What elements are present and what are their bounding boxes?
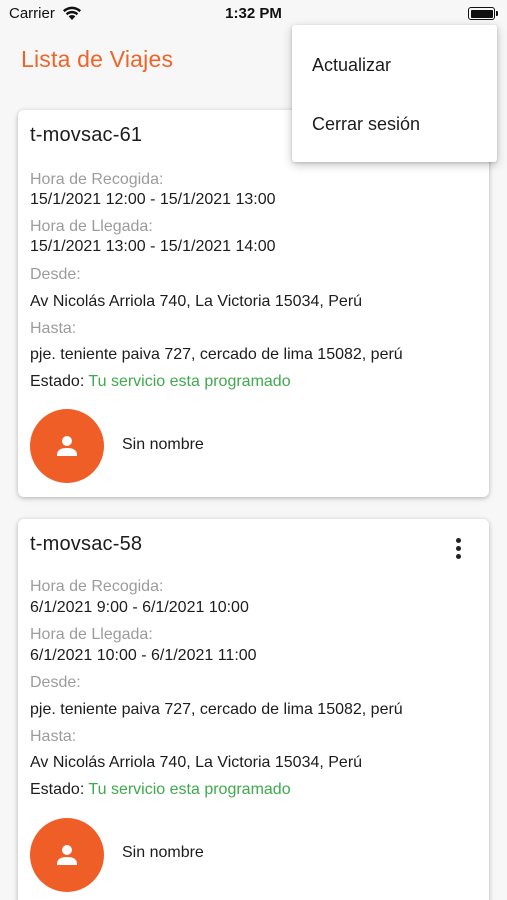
pickup-value: 6/1/2021 9:00 - 6/1/2021 10:00 [30,599,249,616]
arrival-value: 15/1/2021 13:00 - 15/1/2021 14:00 [30,238,276,255]
menu-item-refresh[interactable]: Actualizar [292,36,497,94]
status-value: Tu servicio esta programado [88,373,291,390]
page-title: Lista de Viajes [21,46,174,72]
trip-card[interactable]: t-movsac-61 Hora de Recogida: 15/1/2021 … [18,110,489,497]
from-value: Av Nicolás Arriola 740, La Victoria 1503… [30,293,363,310]
driver-avatar [30,818,104,892]
to-label: Hasta: [30,320,77,337]
trip-card[interactable]: t-movsac-58 Hora de Recogida: 6/1/2021 9… [18,519,489,900]
status-label: Estado: [30,373,89,390]
driver-name: Sin nombre [122,844,204,861]
trip-code: t-movsac-61 [30,124,143,146]
arrival-value: 6/1/2021 10:00 - 6/1/2021 11:00 [30,647,257,664]
status-time: 1:32 PM [225,5,282,22]
pickup-label: Hora de Recogida: [30,171,164,188]
person-icon [57,436,77,456]
battery-icon [468,7,498,20]
status-value: Tu servicio esta programado [88,781,291,798]
menu-item-logout[interactable]: Cerrar sesión [292,95,497,153]
driver-name: Sin nombre [122,436,204,453]
pickup-value: 15/1/2021 12:00 - 15/1/2021 13:00 [30,191,276,208]
trip-code: t-movsac-58 [30,533,143,555]
to-value: pje. teniente paiva 727, cercado de lima… [30,346,403,363]
from-value: pje. teniente paiva 727, cercado de lima… [30,701,403,718]
to-label: Hasta: [30,728,77,745]
status-line: Estado: Tu servicio esta programado [30,373,291,391]
person-icon [57,845,77,865]
arrival-label: Hora de Llegada: [30,626,153,643]
driver-avatar [30,409,104,483]
status-bar: Carrier 1:32 PM [0,0,507,28]
more-vert-icon[interactable] [449,537,469,561]
overflow-menu: Actualizar Cerrar sesión [292,25,497,162]
pickup-label: Hora de Recogida: [30,578,164,595]
from-label: Desde: [30,266,81,283]
to-value: Av Nicolás Arriola 740, La Victoria 1503… [30,754,363,771]
arrival-label: Hora de Llegada: [30,218,153,235]
status-label: Estado: [30,781,89,798]
from-label: Desde: [30,674,81,691]
status-line: Estado: Tu servicio esta programado [30,781,291,799]
